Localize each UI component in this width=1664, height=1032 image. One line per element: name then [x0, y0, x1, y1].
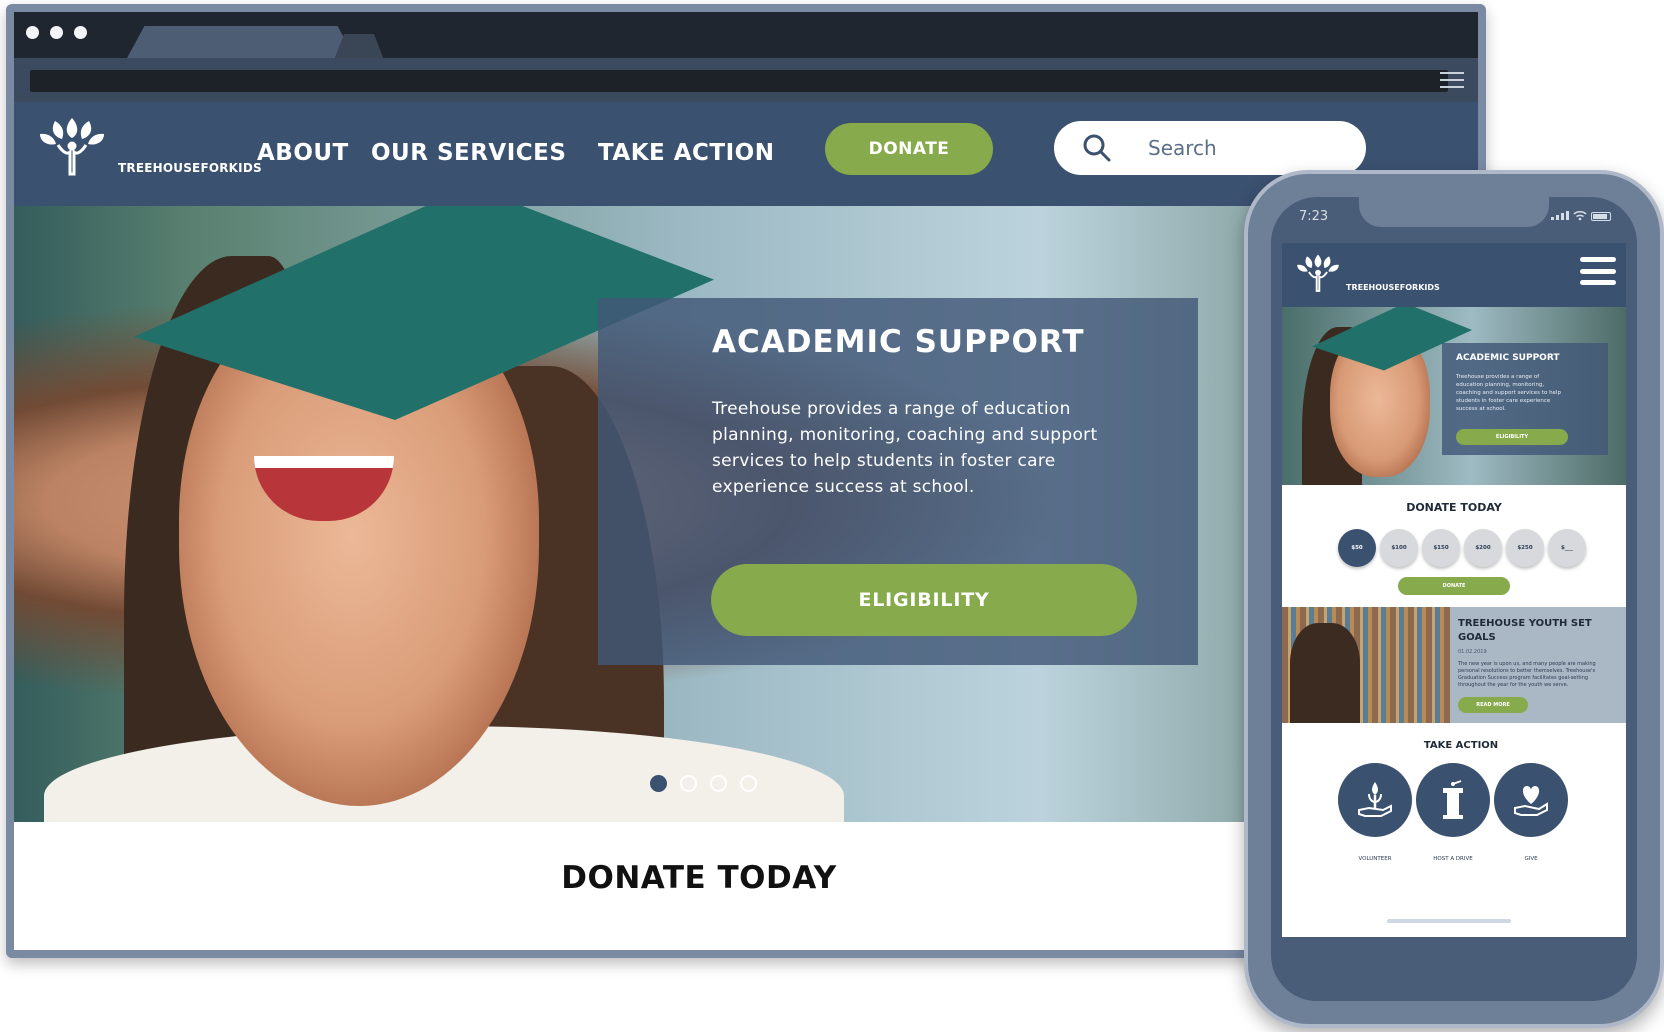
heart-hand-icon: [1514, 786, 1548, 816]
volunteer-icon: [1358, 782, 1392, 817]
blog-image: [1282, 607, 1450, 723]
browser-title-bar: [14, 12, 1478, 60]
browser-tab-active[interactable]: [126, 26, 356, 60]
tree-logo-icon: [1297, 254, 1339, 292]
wifi-icon: [1573, 210, 1587, 221]
nav-link-our-services[interactable]: OUR SERVICES: [371, 140, 566, 166]
amount-option[interactable]: $150: [1422, 529, 1460, 567]
browser-toolbar: [14, 58, 1478, 102]
nav-link-about[interactable]: ABOUT: [257, 140, 349, 166]
site-logo[interactable]: TREEHOUSEFORKIDS: [32, 114, 262, 184]
amount-option[interactable]: $250: [1506, 529, 1544, 567]
host-a-drive-button[interactable]: [1416, 763, 1490, 837]
home-indicator[interactable]: [1387, 919, 1511, 923]
mobile-hero-overlay-card: ACADEMIC SUPPORT Treehouse provides a ra…: [1442, 343, 1608, 455]
hero-overlay-card: ACADEMIC SUPPORT Treehouse provides a ra…: [598, 298, 1198, 665]
mobile-donate-section: DONATE TODAY $50 $100 $150 $200 $250 $__…: [1282, 485, 1626, 607]
host-a-drive-label: HOST A DRIVE: [1433, 856, 1473, 862]
search-input[interactable]: [1148, 136, 1348, 160]
search-icon[interactable]: [1082, 133, 1112, 163]
battery-icon: [1591, 212, 1611, 221]
mobile-hero-description: Treehouse provides a range of education …: [1456, 374, 1561, 412]
site-header: TREEHOUSEFORKIDS ABOUT OUR SERVICES TAKE…: [14, 102, 1478, 206]
give-button[interactable]: [1494, 763, 1568, 837]
phone-notch: [1359, 197, 1549, 227]
donate-button[interactable]: DONATE: [825, 123, 993, 175]
address-bar[interactable]: [30, 70, 1448, 92]
give-label: GIVE: [1524, 856, 1538, 862]
volunteer-button[interactable]: [1338, 763, 1412, 837]
take-action-section: TAKE ACTION VOLUNTEER HOST A DRIVE GIVE: [1282, 723, 1626, 937]
mobile-eligibility-button[interactable]: ELIGIBILITY: [1456, 429, 1568, 445]
mobile-header: TREEHOUSEFORKIDS: [1282, 243, 1626, 307]
phone-bottom-bezel: [1282, 937, 1626, 1001]
carousel-dot-4[interactable]: [740, 775, 757, 792]
donate-section-title: DONATE TODAY: [561, 860, 837, 896]
blog-date: 01.02.2019: [1458, 649, 1487, 655]
status-time: 7:23: [1299, 209, 1329, 224]
nav-link-take-action[interactable]: TAKE ACTION: [598, 140, 774, 166]
blog-title: TREEHOUSE YOUTH SET GOALS: [1458, 618, 1592, 643]
blog-excerpt: The new year is upon us, and many people…: [1458, 661, 1596, 688]
blog-image-person: [1290, 623, 1360, 723]
carousel-indicators: [650, 775, 757, 792]
donation-amounts: $50 $100 $150 $200 $250 $___: [1338, 529, 1586, 567]
hamburger-icon[interactable]: [1580, 257, 1616, 285]
mobile-site-logo[interactable]: TREEHOUSEFORKIDS: [1292, 251, 1440, 297]
phone-screen: 7:23 TREEHOUSEFORKIDS ACADEMIC SUPPORT T…: [1271, 197, 1637, 1001]
status-icons: [1551, 210, 1611, 222]
carousel-dot-2[interactable]: [680, 775, 697, 792]
read-more-button[interactable]: READ MORE: [1458, 697, 1528, 713]
mobile-donate-title: DONATE TODAY: [1406, 501, 1502, 514]
take-action-options: [1338, 763, 1568, 837]
menu-icon[interactable]: [1440, 72, 1464, 88]
search-box[interactable]: [1054, 121, 1366, 175]
carousel-dot-1[interactable]: [650, 775, 667, 792]
hero-title: ACADEMIC SUPPORT: [712, 324, 1085, 360]
mobile-logo-text: TREEHOUSEFORKIDS: [1346, 283, 1440, 292]
blog-card: TREEHOUSE YOUTH SET GOALS 01.02.2019 The…: [1282, 607, 1626, 723]
tree-logo-icon: [40, 118, 104, 176]
mobile-donate-button[interactable]: DONATE: [1398, 577, 1510, 595]
signal-icon: [1551, 210, 1569, 220]
take-action-title: TAKE ACTION: [1423, 740, 1499, 751]
amount-option[interactable]: $50: [1338, 529, 1376, 567]
logo-text: TREEHOUSEFORKIDS: [118, 161, 262, 175]
hero-description: Treehouse provides a range of education …: [712, 399, 1098, 497]
volunteer-label: VOLUNTEER: [1358, 856, 1392, 862]
phone-mockup: 7:23 TREEHOUSEFORKIDS ACADEMIC SUPPORT T…: [1244, 170, 1664, 1028]
podium-icon: [1443, 780, 1463, 819]
mobile-hero-title: ACADEMIC SUPPORT: [1456, 353, 1560, 363]
mobile-hero: ACADEMIC SUPPORT Treehouse provides a ra…: [1282, 307, 1626, 485]
window-close-icon[interactable]: [26, 26, 39, 39]
eligibility-button[interactable]: ELIGIBILITY: [711, 564, 1137, 636]
amount-option[interactable]: $200: [1464, 529, 1502, 567]
carousel-dot-3[interactable]: [710, 775, 727, 792]
amount-option[interactable]: $100: [1380, 529, 1418, 567]
amount-option-custom[interactable]: $___: [1548, 529, 1586, 567]
window-minimize-icon[interactable]: [50, 26, 63, 39]
window-maximize-icon[interactable]: [74, 26, 87, 39]
